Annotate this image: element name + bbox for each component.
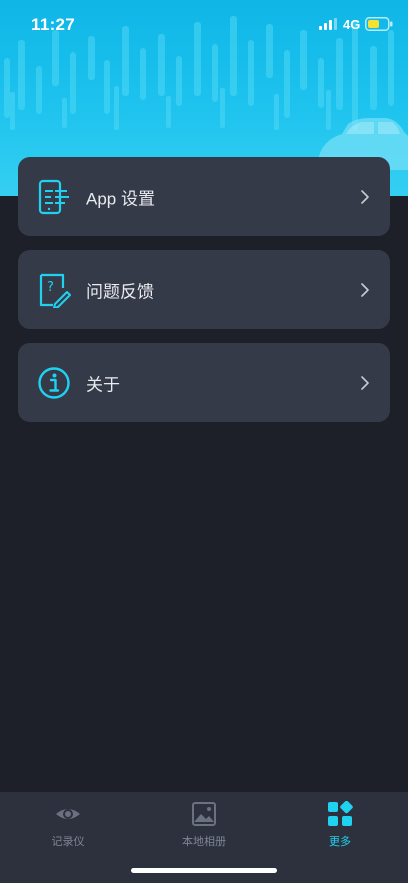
home-indicator[interactable] [131, 868, 277, 873]
tab-recorder[interactable]: 记录仪 [18, 801, 118, 851]
tab-label: 更多 [329, 836, 351, 848]
svg-text:?: ? [47, 280, 54, 295]
status-time: 11:27 [31, 15, 76, 34]
tab-label: 本地相册 [182, 836, 226, 848]
tab-more[interactable]: 更多 [290, 801, 390, 851]
tab-label: 记录仪 [51, 836, 85, 848]
menu-item-label: 问题反馈 [86, 282, 154, 301]
menu-item-about[interactable]: 关于 [18, 343, 390, 422]
chevron-right-icon [361, 375, 369, 390]
settings-menu: App 设置 ? 问题反馈 关于 [18, 157, 390, 436]
menu-item-feedback[interactable]: ? 问题反馈 [18, 250, 390, 329]
chevron-right-icon [361, 282, 369, 297]
menu-item-label: 关于 [86, 375, 120, 394]
feedback-icon: ? [39, 273, 71, 308]
chevron-right-icon [361, 189, 369, 204]
more-grid-icon [328, 801, 353, 826]
network-type: 4G [343, 17, 361, 32]
cellular-signal-icon [319, 18, 337, 30]
dashcam-icon [56, 809, 80, 819]
phone-settings-icon [38, 179, 69, 214]
menu-item-app-settings[interactable]: App 设置 [18, 157, 390, 236]
album-icon [192, 802, 216, 826]
battery-icon [365, 17, 393, 31]
tab-local-album[interactable]: 本地相册 [154, 801, 254, 851]
info-icon [38, 366, 70, 399]
menu-item-label: App 设置 [86, 189, 155, 208]
status-bar: 11:27 4G [0, 0, 408, 48]
